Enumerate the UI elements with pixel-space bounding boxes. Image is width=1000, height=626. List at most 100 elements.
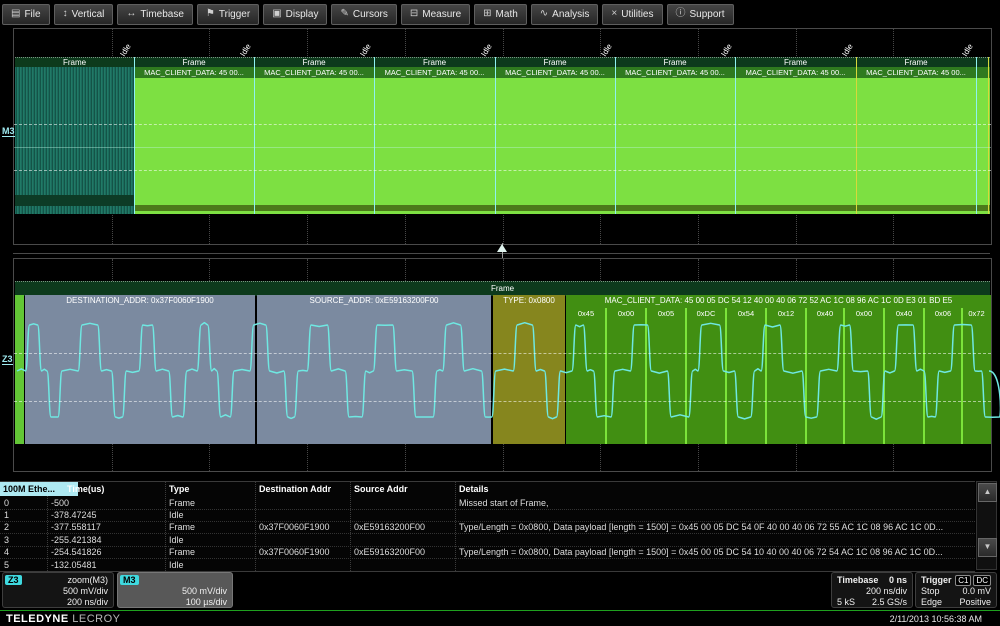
column-header: Details — [459, 482, 971, 496]
menu-label: Cursors — [353, 9, 388, 20]
frame-waveform-region — [856, 78, 976, 214]
menu-label: Analysis — [552, 9, 589, 20]
z3-title: zoom(M3) — [67, 575, 108, 585]
frame-boundary-line — [735, 57, 736, 214]
cell-details — [459, 559, 971, 571]
footer-bar: TELEDYNE LECROY 2/11/2013 10:56:38 AM — [0, 610, 1000, 626]
cell-src — [354, 559, 453, 571]
cell-details: Type/Length = 0x0800, Data payload [leng… — [459, 521, 971, 533]
column-header: Time(us) — [67, 482, 179, 496]
grid-center-line — [14, 147, 991, 148]
timebase-tdiv: 200 ns/div — [866, 586, 907, 596]
cell-src — [354, 509, 453, 521]
frame-boundary-line — [134, 57, 135, 214]
cell-time: -132.05481 — [51, 559, 163, 571]
menu-button-vertical[interactable]: ↕Vertical — [54, 4, 114, 25]
frame-waveform-region — [615, 78, 735, 214]
trigger-position-marker[interactable] — [497, 244, 507, 252]
decode-table: 100M Ethe...Time(us)TypeDestination Addr… — [0, 481, 975, 572]
cell-time: -378.47245 — [51, 509, 163, 521]
idle-label: Idle — [479, 42, 493, 58]
cell-dest — [259, 534, 348, 546]
cell-type: Frame — [169, 521, 253, 533]
m3-trace-grid[interactable]: FrameFrameMAC_CLIENT_DATA: 45 00...Frame… — [13, 28, 992, 245]
cell-time: -254.541826 — [51, 546, 163, 558]
frame-waveform-region — [735, 78, 856, 214]
channel-label-m3[interactable]: M3 — [2, 126, 15, 137]
menu-button-measure[interactable]: ⊟Measure — [401, 4, 470, 25]
table-row[interactable]: 2-377.558117Frame0x37F0060F19000xE591632… — [0, 521, 975, 534]
decode-annotation: MAC_CLIENT_DATA: 45 00... — [735, 67, 856, 78]
decode-annotation: MAC_CLIENT_DATA: 45 00... — [615, 67, 735, 78]
zoom-frame-band: Frame — [15, 281, 990, 296]
frame-waveform-region — [134, 78, 254, 214]
z3-zoom-grid[interactable]: FrameDESTINATION_ADDR: 0x37F0060F1900SOU… — [13, 258, 992, 472]
info-icon: ⓘ — [676, 9, 686, 19]
flag-icon: ⚑ — [206, 9, 215, 19]
idle-label: Idle — [358, 42, 372, 58]
frame-boundary-line — [856, 57, 857, 214]
oscilloscope-app: { "menu": { "items": [ {"label":"File","… — [0, 0, 1000, 625]
menu-button-utilities[interactable]: ×Utilities — [602, 4, 662, 25]
menu-button-analysis[interactable]: ∿ Analysis — [531, 4, 599, 25]
idle-label: Idle — [960, 42, 974, 58]
menu-button-file[interactable]: ▤File — [2, 4, 50, 25]
grid-dash-line — [14, 170, 991, 171]
table-row[interactable]: 1-378.47245Idle — [0, 509, 975, 522]
timebase-rate: 2.5 GS/s — [872, 597, 907, 607]
decode-annotation: MAC_CLIENT_DATA: 45 00... — [374, 67, 495, 78]
menu-label: File — [24, 9, 40, 20]
menu-button-trigger[interactable]: ⚑Trigger — [197, 4, 259, 25]
cell-details — [459, 534, 971, 546]
cell-dest — [259, 509, 348, 521]
frame-waveform-region — [254, 78, 374, 214]
column-header: Destination Addr — [259, 482, 348, 496]
menu-button-math[interactable]: ⊞Math — [474, 4, 527, 25]
cell-type: Frame — [169, 546, 253, 558]
trigger-slope: Positive — [959, 597, 991, 607]
scroll-down-button[interactable]: ▼ — [978, 538, 997, 557]
cell-src: 0xE59163200F00 — [354, 546, 453, 558]
table-scrollbar[interactable]: ▲ ▼ — [976, 481, 997, 570]
m3-tdiv: 100 µs/div — [186, 597, 227, 607]
decode-annotation: MAC_CLIENT_DATA: 45 00... — [134, 67, 254, 78]
trigger-box[interactable]: Trigger C1DC Stop 0.0 mV Edge Positive — [915, 572, 997, 608]
cell-index: 1 — [4, 509, 45, 521]
menu-bar: ▤File↕Vertical↔Timebase⚑Trigger▣Display✎… — [0, 0, 1000, 28]
cell-details — [459, 509, 971, 521]
menu-label: Math — [496, 9, 518, 20]
cell-src — [354, 497, 453, 509]
z3-descriptor-box[interactable]: Z3 zoom(M3) 500 mV/div 200 ns/div — [2, 572, 114, 608]
frame-boundary-line — [615, 57, 616, 214]
table-row[interactable]: 0-500FrameMissed start of Frame, — [0, 497, 975, 510]
menu-label: Support — [690, 9, 725, 20]
menu-button-display[interactable]: ▣Display — [263, 4, 327, 25]
scroll-up-button[interactable]: ▲ — [978, 483, 997, 502]
table-row[interactable]: 3-255.421384Idle — [0, 534, 975, 547]
m3-vdiv: 500 mV/div — [182, 586, 227, 596]
menu-label: Display — [286, 9, 319, 20]
channel-label-z3[interactable]: Z3 — [2, 354, 13, 365]
m3-descriptor-box[interactable]: M3 500 mV/div 100 µs/div — [117, 572, 233, 608]
cell-time: -377.558117 — [51, 521, 163, 533]
grid-dash-line — [14, 124, 991, 125]
idle-label: Idle — [840, 42, 854, 58]
cell-dest — [259, 559, 348, 571]
timebase-box[interactable]: Timebase 0 ns 200 ns/div 5 kS 2.5 GS/s — [831, 572, 913, 608]
frame-bottom-stripe — [856, 205, 976, 211]
table-row[interactable]: 4-254.541826Frame0x37F0060F19000xE591632… — [0, 546, 975, 559]
column-header: Source Addr — [354, 482, 453, 496]
trigger-coupling-badge: DC — [973, 575, 991, 586]
horizontal-arrows-icon: ↔ — [126, 9, 136, 19]
menu-button-timebase[interactable]: ↔Timebase — [117, 4, 193, 25]
idle-label: Idle — [118, 42, 132, 58]
analysis-wave-icon: ∿ — [540, 9, 548, 19]
menu-button-cursors[interactable]: ✎Cursors — [331, 4, 396, 25]
z3-vdiv: 500 mV/div — [63, 586, 108, 596]
frame-bottom-stripe — [615, 205, 735, 211]
table-row[interactable]: 5-132.05481Idle — [0, 559, 975, 572]
frame-waveform-region — [495, 78, 615, 214]
cell-type: Frame — [169, 497, 253, 509]
cell-dest: 0x37F0060F1900 — [259, 521, 348, 533]
menu-button-support[interactable]: ⓘ Support — [667, 4, 734, 25]
